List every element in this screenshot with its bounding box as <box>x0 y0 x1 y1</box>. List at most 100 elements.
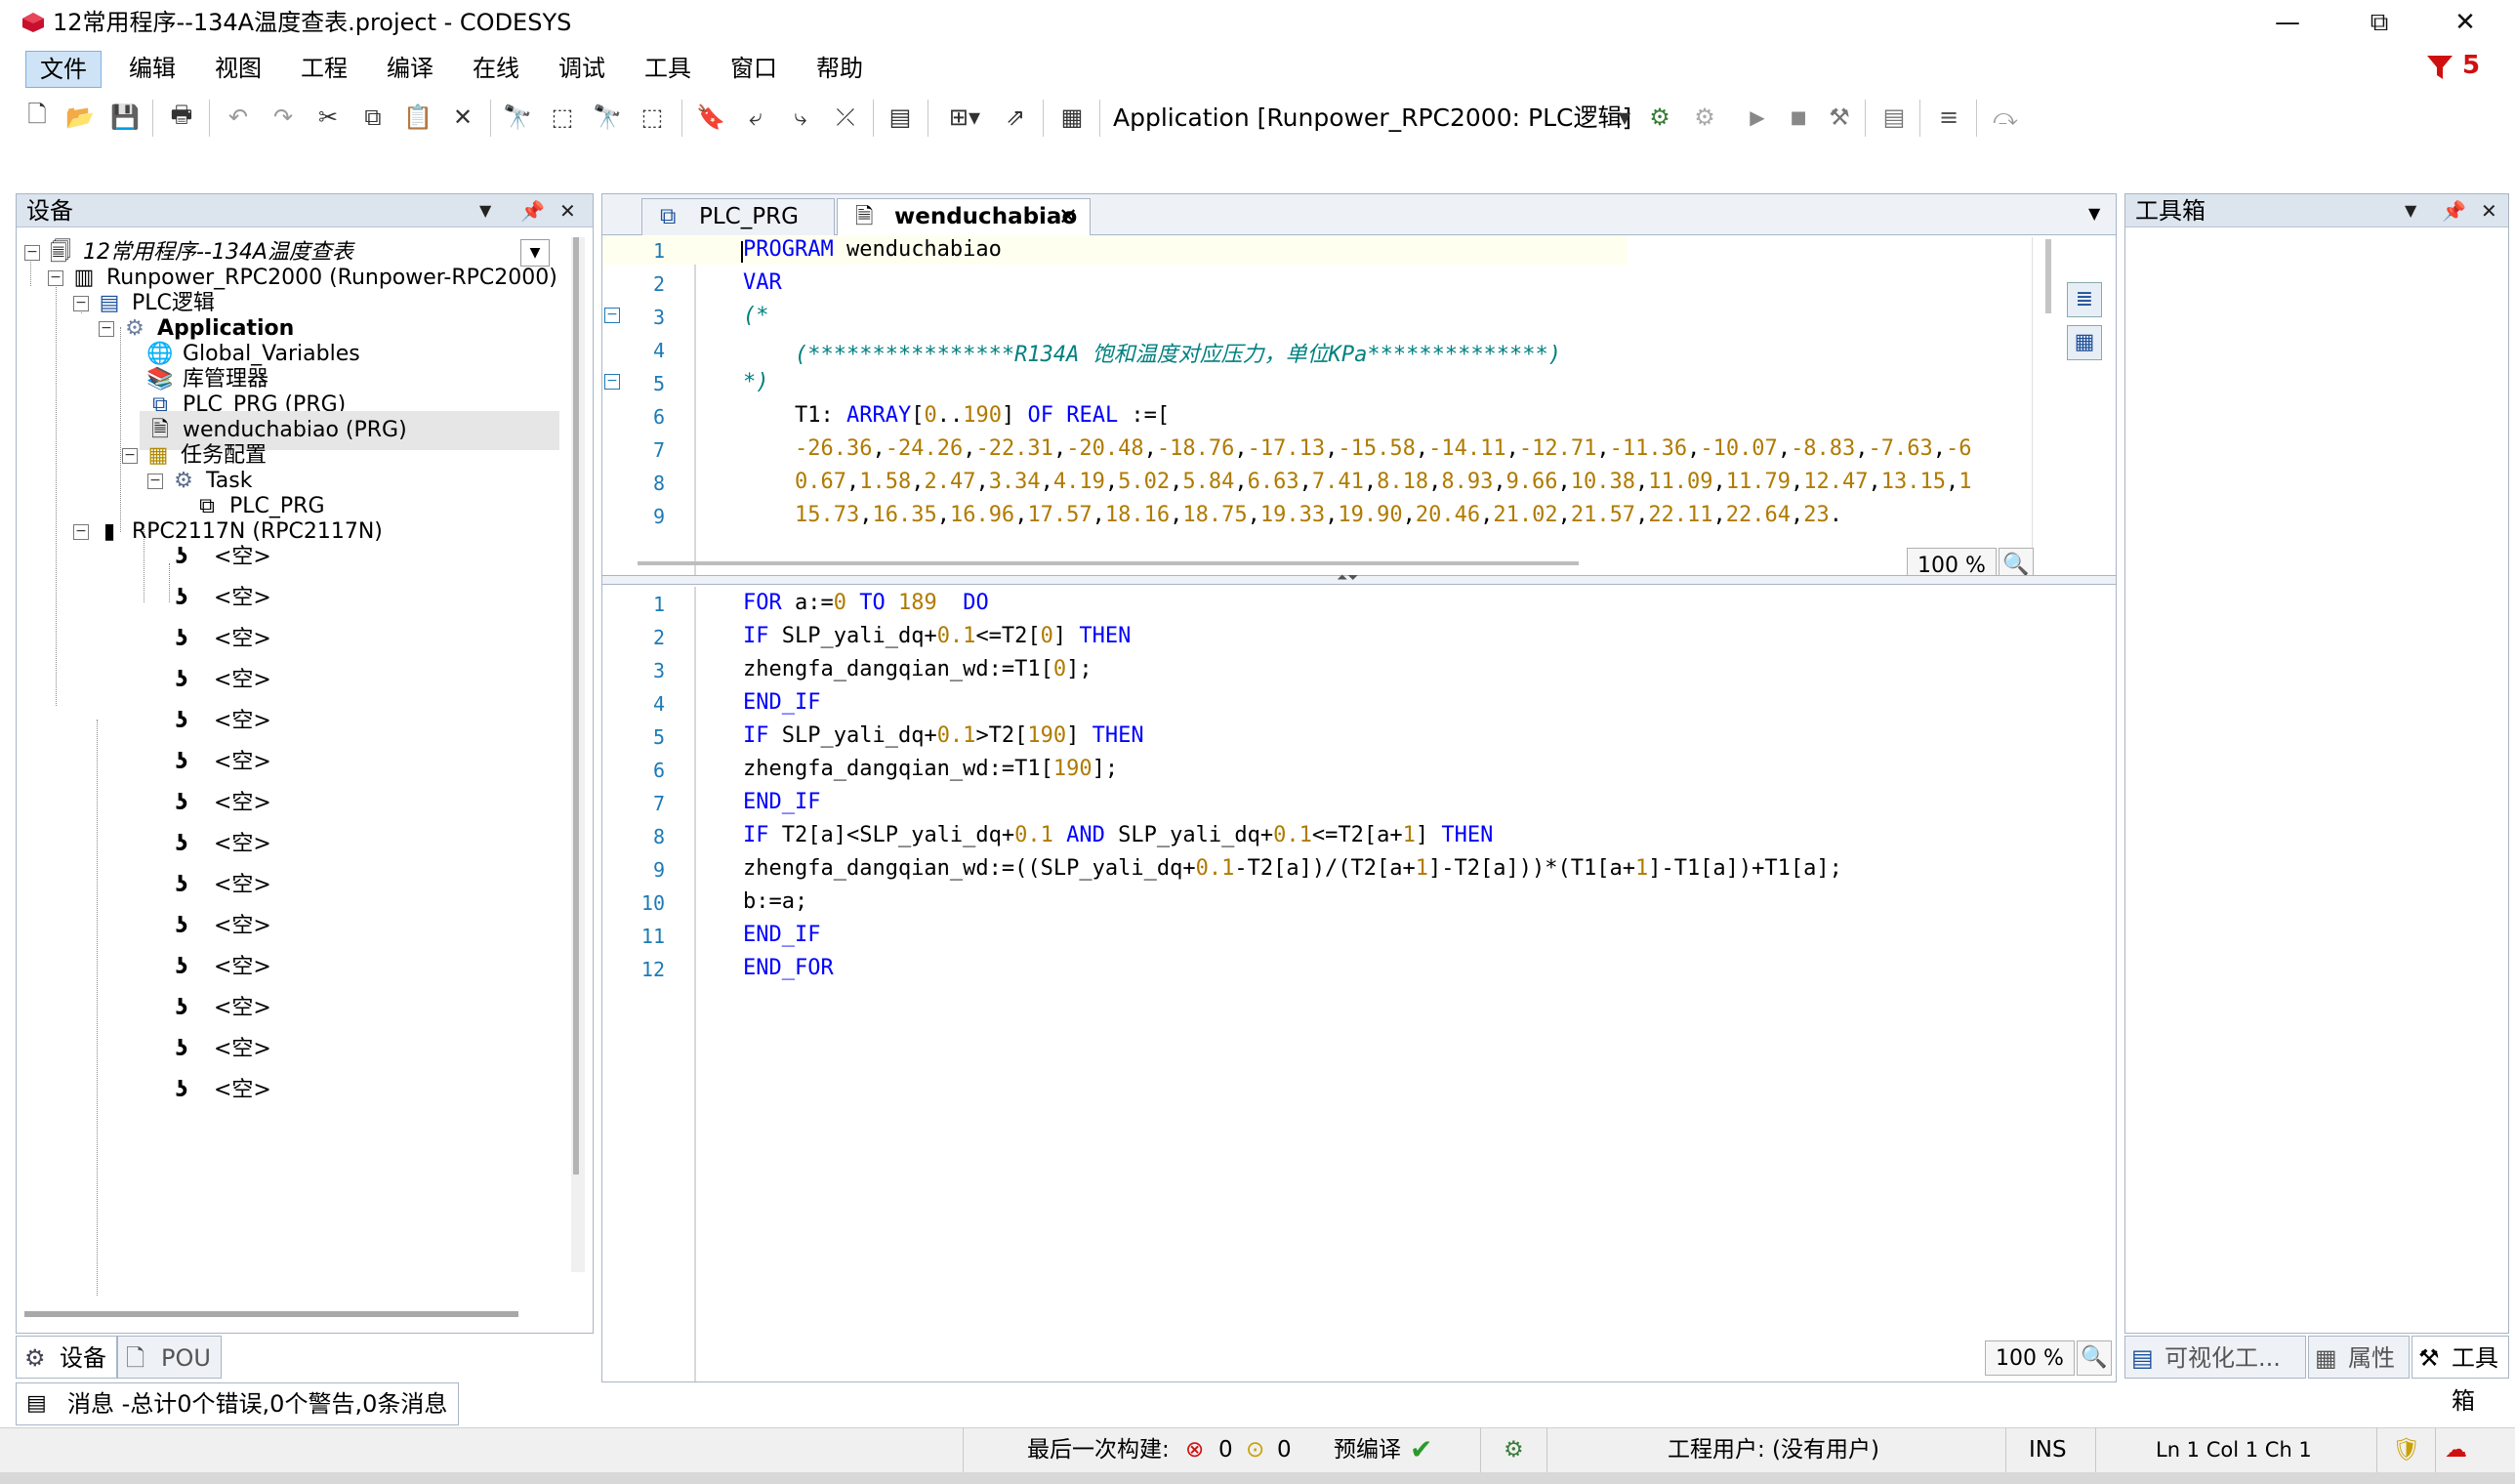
close-panel-icon[interactable]: ✕ <box>2481 194 2497 227</box>
zoom-icon[interactable]: 🔍 <box>2077 1340 2112 1376</box>
code-line[interactable]: END_IF <box>743 923 820 947</box>
prev-bookmark-icon[interactable]: ⤶ <box>740 102 771 133</box>
close-panel-icon[interactable]: ✕ <box>559 194 576 227</box>
menu-edit[interactable]: 编辑 <box>115 51 189 88</box>
panel-dropdown-icon[interactable]: ▼ <box>2405 194 2416 227</box>
minimize-button[interactable]: — <box>2247 0 2328 45</box>
declaration-zoom[interactable]: 100 % <box>1907 548 1997 575</box>
redo-icon[interactable]: ↷ <box>268 102 299 133</box>
breakpoint-icon[interactable]: ▤ <box>1878 102 1910 133</box>
code-line[interactable]: IF SLP_yali_dq+0.1<=T2[0] THEN <box>743 624 1131 648</box>
tree-item-empty-slot[interactable]: ʖ <空> <box>171 743 271 782</box>
tree-item-empty-slot[interactable]: ʖ <空> <box>171 1030 271 1069</box>
declaration-scroll-thumb[interactable] <box>2045 239 2051 313</box>
tab-pou[interactable]: 🗋 POU <box>117 1336 222 1379</box>
code-line[interactable]: *) <box>743 370 769 394</box>
implementation-editor[interactable]: 1 FOR a:=0 TO 189 DO 2 IF SLP_yali_dq+0.1<=… <box>602 587 2116 1381</box>
device-status-icon[interactable]: ⚙ <box>1504 1427 1524 1472</box>
code-line[interactable]: END_IF <box>743 690 820 715</box>
cut-icon[interactable]: ✂ <box>312 102 344 133</box>
code-line[interactable]: FOR a:=0 TO 189 DO <box>743 591 989 615</box>
next-bookmark-icon[interactable]: ⤷ <box>785 102 816 133</box>
tree-item-empty-slot[interactable]: ʖ <空> <box>171 948 271 987</box>
menu-build[interactable]: 编译 <box>373 51 447 88</box>
undo-icon[interactable]: ↶ <box>223 102 254 133</box>
funnel-filter-icon[interactable] <box>2425 53 2454 82</box>
find-replace-icon[interactable]: ⬚ <box>547 102 578 133</box>
menu-debug[interactable]: 调试 <box>545 51 619 88</box>
copy-icon[interactable]: ⧉ <box>357 102 389 133</box>
declaration-hscroll[interactable] <box>638 561 1579 565</box>
reset-icon[interactable]: ⚒ <box>1824 102 1855 133</box>
tree-item-empty-slot[interactable]: ʖ <空> <box>171 866 271 905</box>
tab-toolbox[interactable]: ⚒ 工具箱 <box>2412 1336 2509 1415</box>
pin-icon[interactable]: 📌 <box>2442 194 2466 227</box>
print-icon[interactable]: 🖶 <box>166 101 197 133</box>
tree-item-empty-slot[interactable]: ʖ <空> <box>171 907 271 946</box>
code-line[interactable]: PROGRAM wenduchabiao <box>743 237 1002 262</box>
menu-project[interactable]: 工程 <box>287 51 361 88</box>
tab-properties[interactable]: ▦ 属性 <box>2308 1336 2410 1379</box>
step-over-icon[interactable]: ⤼ <box>1990 102 2021 133</box>
code-line[interactable]: 15.73,16.35,16.96,17.57,18.16,18.75,19.3… <box>743 503 1842 527</box>
menu-view[interactable]: 视图 <box>201 51 275 88</box>
tab-plc-prg[interactable]: ⧉ PLC_PRG <box>641 198 835 235</box>
code-line[interactable]: END_FOR <box>743 956 834 980</box>
code-line[interactable]: (****************R134A 饱和温度对应压力，单位KPa***… <box>743 337 1561 368</box>
code-line[interactable]: VAR <box>743 270 782 295</box>
textual-view-icon[interactable]: ≣ <box>2067 282 2102 317</box>
tree-item-empty-slot[interactable]: ʖ <空> <box>171 784 271 823</box>
grid-icon[interactable]: ▦ <box>1056 102 1088 133</box>
fold-toggle-icon[interactable]: − <box>604 308 620 323</box>
code-line[interactable]: zhengfa_dangqian_wd:=T1[190]; <box>743 757 1118 781</box>
chevron-down-icon[interactable]: ▼ <box>1609 102 1640 133</box>
replace-icon[interactable]: ⬚ <box>637 102 668 133</box>
run-icon[interactable]: ▶ <box>1742 102 1773 133</box>
code-line[interactable]: END_IF <box>743 790 820 814</box>
login-icon[interactable]: ⚙ <box>1644 102 1675 133</box>
code-line[interactable]: IF SLP_yali_dq+0.1>T2[190] THEN <box>743 723 1144 748</box>
menu-file[interactable]: 文件 <box>25 51 102 88</box>
export-icon[interactable]: ⇗ <box>1000 102 1031 133</box>
code-line[interactable]: 0.67,1.58,2.47,3.34,4.19,5.02,5.84,6.63,… <box>743 470 1971 494</box>
tab-wenduchabiao[interactable]: 🗎 wenduchabiao ✕ <box>837 198 1091 235</box>
code-line[interactable]: -26.36,-24.26,-22.31,-20.48,-18.76,-17.1… <box>743 436 1972 461</box>
horizontal-scrollbar[interactable] <box>24 1311 518 1317</box>
menu-window[interactable]: 窗口 <box>717 51 791 88</box>
paste-icon[interactable]: 📋 <box>402 102 433 133</box>
tree-item-empty-slot[interactable]: ʖ <空> <box>171 579 271 618</box>
stop-icon[interactable]: ■ <box>1783 102 1814 133</box>
code-line[interactable]: zhengfa_dangqian_wd:=T1[0]; <box>743 657 1093 681</box>
find-all-icon[interactable]: 🔭 <box>592 102 623 133</box>
zoom-icon[interactable]: 🔍 <box>1999 548 2034 575</box>
window-icon[interactable]: ▤ <box>885 102 916 133</box>
step-icon[interactable]: ≡ <box>1933 102 1964 133</box>
tab-list-dropdown-icon[interactable]: ▼ <box>2088 204 2100 223</box>
pin-icon[interactable]: 📌 <box>520 194 545 227</box>
tab-visualization[interactable]: ▤ 可视化工... <box>2124 1336 2306 1379</box>
scrollbar-thumb[interactable] <box>573 237 579 1175</box>
tree-item-empty-slot[interactable]: ʖ <空> <box>171 661 271 700</box>
panel-dropdown-icon[interactable]: ▼ <box>479 194 491 227</box>
new-file-icon[interactable]: 🗋 <box>21 101 53 133</box>
bookmark-icon[interactable]: 🔖 <box>695 102 726 133</box>
clear-bookmarks-icon[interactable]: ⤫ <box>830 102 861 133</box>
tree-item-empty-slot[interactable]: ʖ <空> <box>171 702 271 741</box>
menu-tools[interactable]: 工具 <box>631 51 705 88</box>
maximize-button[interactable]: ⧉ <box>2339 0 2419 45</box>
code-line[interactable]: T1: ARRAY[0..190] OF REAL :=[ <box>743 403 1170 428</box>
code-line[interactable]: IF T2[a]<SLP_yali_dq+0.1 AND SLP_yali_dq… <box>743 823 1493 847</box>
tree-item-empty-slot[interactable]: ʖ <空> <box>171 1071 271 1110</box>
menu-online[interactable]: 在线 <box>459 51 533 88</box>
layout-dropdown-icon[interactable]: ⊞▾ <box>941 102 988 133</box>
logout-icon[interactable]: ⚙ <box>1689 102 1720 133</box>
tree-item-empty-slot[interactable]: ʖ <空> <box>171 620 271 659</box>
cloud-icon[interactable]: ☁ <box>2445 1427 2467 1472</box>
tab-devices[interactable]: ⚙ 设备 <box>16 1336 117 1379</box>
code-line[interactable]: (* <box>743 304 769 328</box>
open-folder-icon[interactable]: 📂 <box>64 102 96 133</box>
delete-icon[interactable]: ✕ <box>447 102 478 133</box>
code-line[interactable]: b:=a; <box>743 889 807 914</box>
tree-item-empty-slot[interactable]: ʖ <空> <box>171 989 271 1028</box>
declaration-editor[interactable]: 1 PROGRAM wenduchabiao 2 VAR 3 (* 4 (*********… <box>602 235 2116 575</box>
